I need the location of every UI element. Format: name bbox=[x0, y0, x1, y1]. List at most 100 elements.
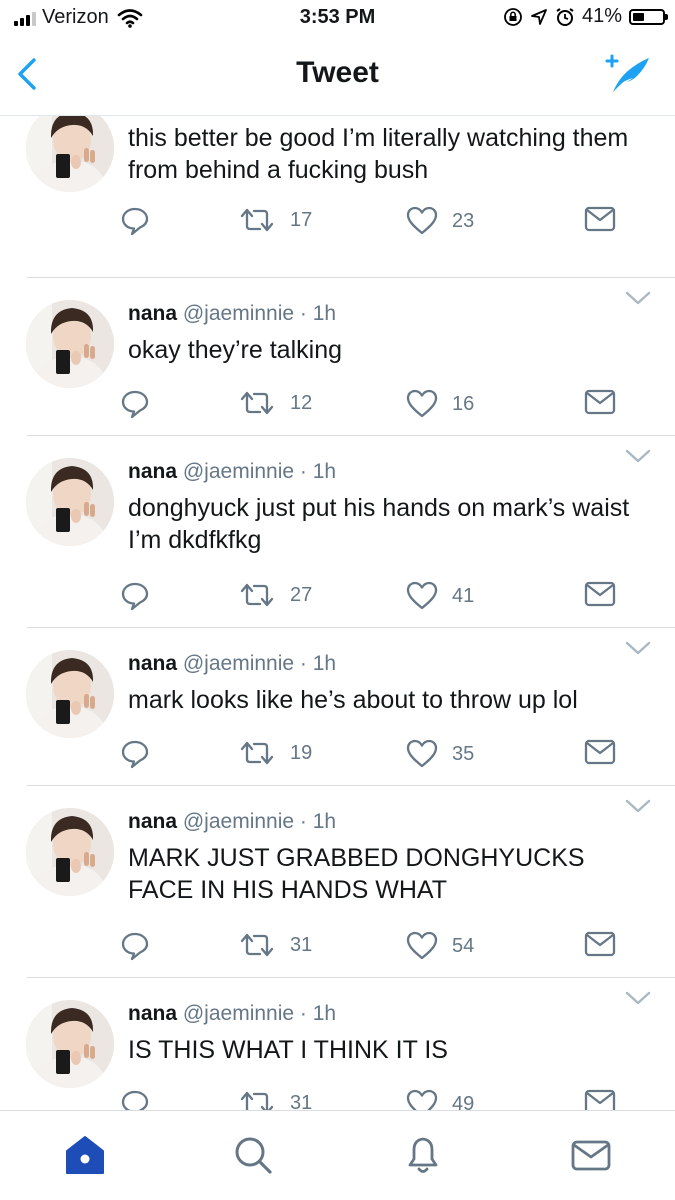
like-button[interactable]: 23 bbox=[406, 206, 474, 236]
reply-icon[interactable] bbox=[120, 1089, 150, 1110]
handle[interactable]: @jaeminnie bbox=[183, 460, 294, 483]
tweet-actions: 31 49 bbox=[0, 1089, 675, 1110]
separator-dot: · bbox=[294, 460, 313, 483]
retweet-count: 27 bbox=[290, 583, 313, 606]
tweet-text: mark looks like he’s about to throw up l… bbox=[128, 686, 578, 714]
retweet-icon[interactable] bbox=[238, 739, 276, 767]
heart-icon[interactable] bbox=[406, 581, 438, 611]
separator-dot: · bbox=[294, 652, 313, 675]
reply-icon[interactable] bbox=[120, 581, 150, 611]
display-name[interactable]: nana bbox=[128, 810, 177, 833]
tweet[interactable]: nana @jaeminnie · 1h okay they’re talking… bbox=[0, 278, 675, 436]
like-count: 54 bbox=[452, 934, 475, 957]
avatar[interactable] bbox=[26, 458, 114, 546]
heart-icon[interactable] bbox=[406, 931, 438, 961]
chevron-down-icon[interactable] bbox=[625, 990, 651, 1006]
retweet-icon[interactable] bbox=[238, 931, 276, 959]
timestamp: 1h bbox=[312, 460, 337, 483]
retweet-button[interactable]: 31 bbox=[238, 1089, 312, 1110]
like-button[interactable]: 54 bbox=[406, 931, 474, 961]
reply-icon[interactable] bbox=[120, 389, 150, 419]
handle[interactable]: @jaeminnie bbox=[183, 652, 294, 675]
status-bar: Verizon 3:53 PM 41% bbox=[0, 0, 675, 36]
heart-icon[interactable] bbox=[406, 739, 438, 769]
tweet-header: nana @jaeminnie · 1h bbox=[128, 652, 336, 676]
page-title: Tweet bbox=[296, 56, 379, 89]
dm-button[interactable] bbox=[584, 739, 616, 765]
tweet[interactable]: nana @jaeminnie · 1hthis better be good … bbox=[0, 116, 675, 278]
dm-button[interactable] bbox=[584, 206, 616, 232]
bell-icon[interactable] bbox=[401, 1133, 445, 1177]
rotation-lock-icon bbox=[504, 7, 522, 26]
heart-icon[interactable] bbox=[406, 1089, 438, 1110]
retweet-button[interactable]: 31 bbox=[238, 931, 312, 959]
search-icon[interactable] bbox=[231, 1133, 275, 1177]
like-button[interactable]: 16 bbox=[406, 389, 474, 419]
handle[interactable]: @jaeminnie bbox=[183, 302, 294, 325]
avatar[interactable] bbox=[26, 300, 114, 388]
separator-dot: · bbox=[294, 810, 313, 833]
reply-button[interactable] bbox=[120, 581, 150, 611]
like-button[interactable]: 41 bbox=[406, 581, 474, 611]
heart-icon[interactable] bbox=[406, 389, 438, 419]
dm-button[interactable] bbox=[584, 389, 616, 415]
retweet-button[interactable]: 17 bbox=[238, 206, 312, 234]
handle[interactable]: @jaeminnie bbox=[183, 810, 294, 833]
chevron-down-icon[interactable] bbox=[625, 798, 651, 814]
avatar[interactable] bbox=[26, 1000, 114, 1088]
chevron-down-icon[interactable] bbox=[625, 640, 651, 656]
tweet[interactable]: nana @jaeminnie · 1h donghyuck just put h… bbox=[0, 436, 675, 628]
avatar[interactable] bbox=[26, 650, 114, 738]
handle[interactable]: @jaeminnie bbox=[183, 1002, 294, 1025]
timestamp: 1h bbox=[312, 1002, 337, 1025]
tweet[interactable]: nana @jaeminnie · 1h MARK JUST GRABBED DO… bbox=[0, 786, 675, 978]
reply-button[interactable] bbox=[120, 206, 150, 236]
display-name[interactable]: nana bbox=[128, 302, 177, 325]
reply-icon[interactable] bbox=[120, 206, 150, 236]
retweet-icon[interactable] bbox=[238, 1089, 276, 1110]
reply-icon[interactable] bbox=[120, 739, 150, 769]
display-name[interactable]: nana bbox=[128, 652, 177, 675]
envelope-icon[interactable] bbox=[569, 1133, 613, 1177]
compose-tweet-icon[interactable] bbox=[599, 50, 653, 98]
envelope-icon[interactable] bbox=[584, 1089, 616, 1110]
reply-button[interactable] bbox=[120, 931, 150, 961]
like-button[interactable]: 49 bbox=[406, 1089, 474, 1110]
retweet-icon[interactable] bbox=[238, 581, 276, 609]
envelope-icon[interactable] bbox=[584, 389, 616, 415]
avatar[interactable] bbox=[26, 808, 114, 896]
tweet[interactable]: nana @jaeminnie · 1h IS THIS WHAT I THINK… bbox=[0, 978, 675, 1110]
tweet-text: MARK JUST GRABBED DONGHYUCKS FACE IN HIS… bbox=[128, 844, 585, 904]
reply-icon[interactable] bbox=[120, 931, 150, 961]
envelope-icon[interactable] bbox=[584, 739, 616, 765]
retweet-icon[interactable] bbox=[238, 389, 276, 417]
retweet-button[interactable]: 12 bbox=[238, 389, 312, 417]
envelope-icon[interactable] bbox=[584, 581, 616, 607]
dm-button[interactable] bbox=[584, 1089, 616, 1110]
heart-icon[interactable] bbox=[406, 206, 438, 236]
tweet-header: nana @jaeminnie · 1h bbox=[128, 1002, 336, 1026]
envelope-icon[interactable] bbox=[584, 206, 616, 232]
reply-button[interactable] bbox=[120, 1089, 150, 1110]
display-name[interactable]: nana bbox=[128, 460, 177, 483]
chevron-down-icon[interactable] bbox=[625, 448, 651, 464]
home-icon[interactable] bbox=[63, 1133, 107, 1177]
dm-button[interactable] bbox=[584, 581, 616, 607]
tweet[interactable]: nana @jaeminnie · 1h mark looks like he’s… bbox=[0, 628, 675, 786]
retweet-icon[interactable] bbox=[238, 206, 276, 234]
tweet-header: nana @jaeminnie · 1h bbox=[128, 810, 336, 834]
chevron-down-icon[interactable] bbox=[625, 290, 651, 306]
like-button[interactable]: 35 bbox=[406, 739, 474, 769]
location-arrow-icon bbox=[531, 8, 547, 25]
envelope-icon[interactable] bbox=[584, 931, 616, 957]
avatar[interactable] bbox=[26, 116, 114, 192]
reply-button[interactable] bbox=[120, 739, 150, 769]
retweet-button[interactable]: 27 bbox=[238, 581, 312, 609]
like-count: 49 bbox=[452, 1092, 475, 1111]
retweet-count: 17 bbox=[290, 208, 313, 231]
display-name[interactable]: nana bbox=[128, 1002, 177, 1025]
reply-button[interactable] bbox=[120, 389, 150, 419]
tweet-text: donghyuck just put his hands on mark’s w… bbox=[128, 494, 630, 554]
dm-button[interactable] bbox=[584, 931, 616, 957]
retweet-button[interactable]: 19 bbox=[238, 739, 312, 767]
